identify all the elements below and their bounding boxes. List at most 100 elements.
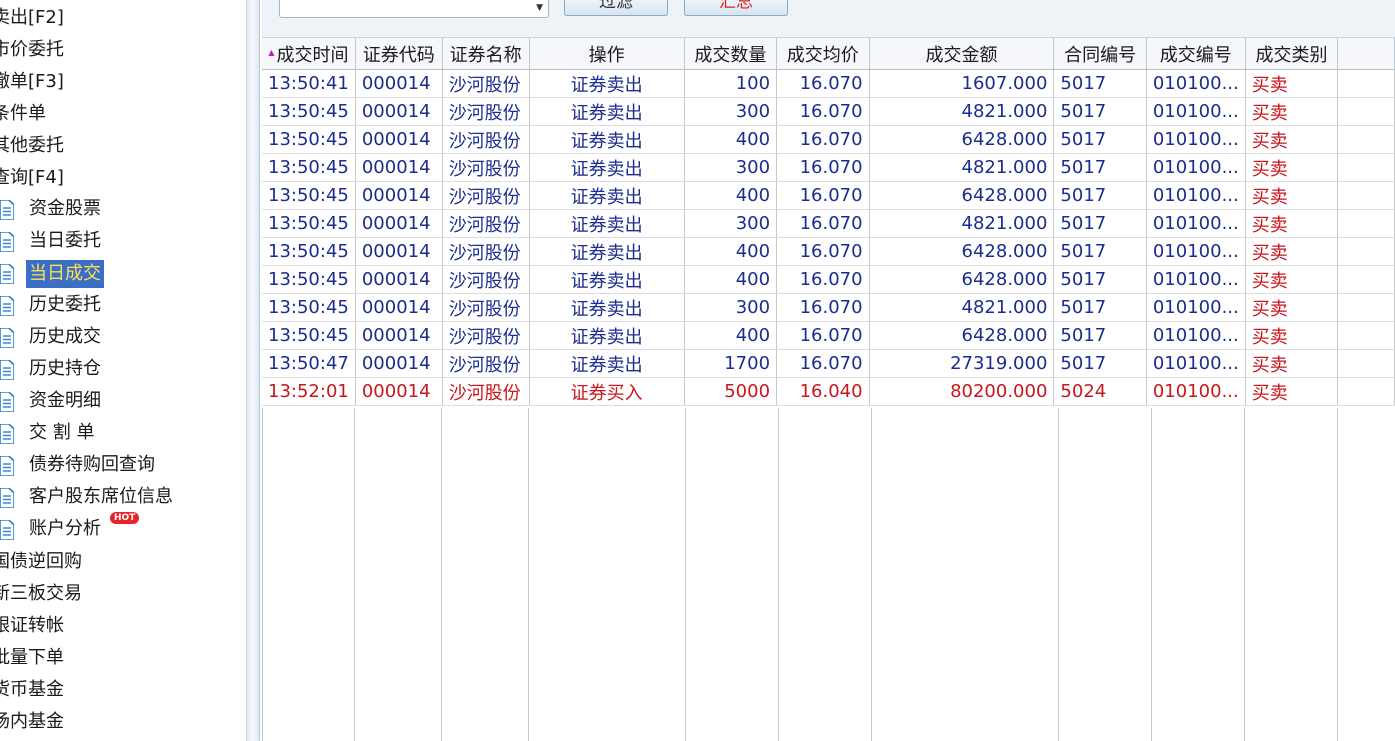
column-header[interactable]: 成交均价	[776, 38, 870, 70]
cell-code: 000014	[355, 349, 443, 378]
cell-filler	[1337, 209, 1395, 238]
cell-amount: 4821.000	[869, 209, 1055, 238]
grid-line	[685, 408, 686, 741]
cell-name: 沙河股份	[442, 153, 530, 182]
column-header[interactable]: ▲ 成交时间	[262, 38, 356, 70]
sidebar-subitem[interactable]: 当日委托	[0, 227, 240, 257]
document-icon	[0, 423, 15, 445]
cell-filler	[1337, 69, 1395, 98]
grid-line	[871, 408, 872, 741]
cell-price: 16.040	[776, 377, 870, 406]
cell-name: 沙河股份	[442, 377, 530, 406]
cell-price: 16.070	[776, 321, 870, 350]
cell-trade_no: 010100...	[1146, 349, 1246, 378]
column-header[interactable]: 证券名称	[442, 38, 530, 70]
cell-trade_no: 010100...	[1146, 209, 1246, 238]
cell-amount: 1607.000	[869, 69, 1055, 98]
sidebar-subitem[interactable]: 客户股东席位信息	[0, 483, 240, 513]
sidebar-item[interactable]: 新三板交易	[0, 579, 82, 609]
cell-name: 沙河股份	[442, 293, 530, 322]
sidebar-item[interactable]: 货币基金	[0, 675, 64, 705]
column-header[interactable]: 操作	[529, 38, 685, 70]
cell-contract: 5017	[1053, 153, 1147, 182]
chevron-down-icon: ▼	[536, 3, 543, 13]
sidebar-subitem-label: 历史委托	[29, 294, 101, 315]
sidebar-subitem-label: 当日成交	[26, 260, 104, 288]
sidebar-item[interactable]: 批量下单	[0, 643, 64, 673]
cell-price: 16.070	[776, 349, 870, 378]
sidebar-item[interactable]: 查询[F4]	[0, 163, 64, 193]
column-header-label: 证券代码	[362, 44, 435, 66]
sidebar-subitem-label: 客户股东席位信息	[29, 486, 173, 507]
cell-op: 证券卖出	[529, 293, 685, 322]
column-header[interactable]: 合同编号	[1053, 38, 1147, 70]
summary-button[interactable]: 汇总	[684, 0, 788, 16]
table-row[interactable]: 13:50:47 000014 沙河股份 证券卖出 1700 16.070 27319.00…	[262, 349, 1395, 378]
filter-button[interactable]: 过滤	[564, 0, 668, 16]
column-header[interactable]: 成交类别	[1245, 38, 1339, 70]
cell-qty: 1700	[684, 349, 778, 378]
sidebar-subitem[interactable]: 资金明细	[0, 387, 240, 417]
column-header[interactable]: 成交金额	[869, 38, 1055, 70]
table-row[interactable]: 13:50:41 000014 沙河股份 证券卖出 100 16.070 1607.000 5…	[262, 69, 1395, 98]
sidebar-subitem[interactable]: 资金股票	[0, 195, 240, 225]
table-row[interactable]: 13:50:45 000014 沙河股份 证券卖出 300 16.070 4821.000 5…	[262, 153, 1395, 182]
sidebar-subitem[interactable]: 历史成交	[0, 323, 240, 353]
cell-contract: 5017	[1053, 97, 1147, 126]
cell-code: 000014	[355, 237, 443, 266]
sidebar-item[interactable]: 国债逆回购	[0, 547, 82, 577]
sidebar-subitem[interactable]: 历史委托	[0, 291, 240, 321]
sidebar-subitem[interactable]: 交 割 单	[0, 419, 240, 449]
sidebar-item[interactable]: 撤单[F3]	[0, 67, 64, 97]
cell-trade_no: 010100...	[1146, 69, 1246, 98]
cell-op: 证券卖出	[529, 97, 685, 126]
column-header-label: 成交数量	[694, 44, 767, 66]
sidebar-subitem[interactable]: 账户分析 HOT	[0, 512, 240, 545]
cell-code: 000014	[355, 181, 443, 210]
sidebar-item[interactable]: 银证转帐	[0, 611, 64, 641]
sidebar-subitem-label: 交 割 单	[29, 422, 95, 443]
cell-qty: 100	[684, 69, 778, 98]
table-row[interactable]: 13:50:45 000014 沙河股份 证券卖出 400 16.070 6428.000 5…	[262, 265, 1395, 294]
cell-trade_no: 010100...	[1146, 321, 1246, 350]
filter-select[interactable]: ▼	[279, 0, 549, 18]
sidebar-item[interactable]: 条件单	[0, 99, 46, 129]
sidebar-item[interactable]: 场内基金	[0, 707, 64, 737]
sidebar-subitem[interactable]: 历史持仓	[0, 355, 240, 385]
column-header[interactable]: 证券代码	[355, 38, 443, 70]
sidebar-item[interactable]: 其他委托	[0, 131, 64, 161]
cell-code: 000014	[355, 125, 443, 154]
cell-code: 000014	[355, 377, 443, 406]
cell-name: 沙河股份	[442, 97, 530, 126]
cell-kind: 买卖	[1245, 377, 1339, 406]
sidebar-item[interactable]: 卖出[F2]	[0, 3, 64, 33]
sidebar-subitem-label: 当日委托	[29, 230, 101, 251]
cell-op: 证券卖出	[529, 69, 685, 98]
sidebar-subitem[interactable]: 债券待购回查询	[0, 451, 240, 481]
column-header[interactable]: 成交编号	[1146, 38, 1246, 70]
cell-filler	[1337, 377, 1395, 406]
cell-kind: 买卖	[1245, 209, 1339, 238]
cell-amount: 6428.000	[869, 321, 1055, 350]
table-row[interactable]: 13:50:45 000014 沙河股份 证券卖出 400 16.070 6428.000 5…	[262, 181, 1395, 210]
table-row[interactable]: 13:52:01 000014 沙河股份 证券买入 5000 16.040 80200.00…	[262, 377, 1395, 406]
column-header[interactable]: 成交数量	[684, 38, 778, 70]
sidebar-item[interactable]: 市价委托	[0, 35, 64, 65]
cell-qty: 5000	[684, 377, 778, 406]
sidebar-subitem-label: 历史成交	[29, 326, 101, 347]
table-row[interactable]: 13:50:45 000014 沙河股份 证券卖出 400 16.070 6428.000 5…	[262, 237, 1395, 266]
cell-price: 16.070	[776, 153, 870, 182]
table-row[interactable]: 13:50:45 000014 沙河股份 证券卖出 300 16.070 4821.000 5…	[262, 209, 1395, 238]
cell-trade_no: 010100...	[1146, 237, 1246, 266]
cell-time: 13:50:41	[262, 69, 356, 98]
panel-splitter[interactable]	[246, 0, 260, 741]
cell-op: 证券买入	[529, 377, 685, 406]
sidebar-subitem[interactable]: 当日成交	[0, 259, 240, 289]
cell-name: 沙河股份	[442, 237, 530, 266]
table-row[interactable]: 13:50:45 000014 沙河股份 证券卖出 300 16.070 4821.000 5…	[262, 293, 1395, 322]
document-icon	[0, 487, 15, 509]
table-row[interactable]: 13:50:45 000014 沙河股份 证券卖出 300 16.070 4821.000 5…	[262, 97, 1395, 126]
table-row[interactable]: 13:50:45 000014 沙河股份 证券卖出 400 16.070 6428.000 5…	[262, 321, 1395, 350]
table-row[interactable]: 13:50:45 000014 沙河股份 证券卖出 400 16.070 6428.000 5…	[262, 125, 1395, 154]
cell-price: 16.070	[776, 97, 870, 126]
